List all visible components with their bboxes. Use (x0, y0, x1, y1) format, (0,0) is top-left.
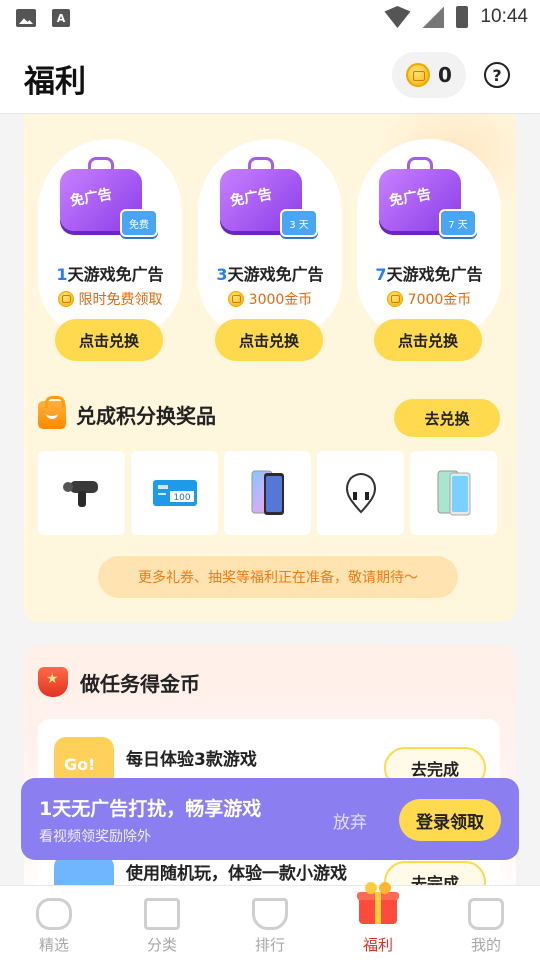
trophy-icon (252, 898, 288, 930)
prize-phone-card[interactable]: 100 (131, 451, 218, 535)
app-header: 福利 0 ? (0, 36, 540, 114)
gamepad-icon (36, 898, 72, 930)
prize-smartphone-green[interactable] (410, 451, 497, 535)
coin-count: 0 (438, 63, 452, 87)
ad-free-panel: 免广告 免费 1天游戏免广告 限时免费领取 点击兑换 免广告 3 天 3天游戏免… (24, 114, 516, 622)
tv-tag: 免费 (120, 209, 158, 237)
gift-icon (357, 882, 399, 924)
redeem-button[interactable]: 点击兑换 (55, 319, 163, 361)
task-name: 每日体验3款游戏 (126, 750, 257, 770)
font-notification-icon: A (52, 9, 70, 27)
massage-gun-icon (62, 481, 98, 507)
calendar-go-text: Go! (64, 755, 96, 774)
shopping-bag-icon (38, 395, 66, 429)
ad-free-card-7day: 免广告 7 天 7天游戏免广告 7000金币 点击兑换 (357, 139, 501, 399)
status-bar: A 10:44 (0, 0, 540, 36)
task-trophy-icon (38, 667, 68, 697)
coming-soon-notice: 更多礼券、抽奖等福利正在准备，敬请期待～ (98, 556, 458, 598)
tv-ad-free-icon: 免广告 3 天 (220, 157, 318, 237)
folder-icon (144, 898, 180, 930)
exchange-button[interactable]: 去兑换 (394, 399, 500, 437)
task-name: 使用随机玩，体验一款小游戏 (126, 864, 347, 884)
coin-icon (386, 291, 403, 307)
dismiss-button[interactable]: 放弃 (333, 808, 367, 833)
nav-label: 精选 (38, 936, 69, 954)
nav-label: 分类 (146, 936, 177, 954)
card-title: 3天游戏免广告 (198, 261, 342, 285)
tv-ad-free-icon: 免广告 免费 (60, 157, 158, 237)
nav-label: 排行 (254, 936, 285, 954)
card-price: 7000金币 (357, 289, 501, 309)
ad-free-card-3day: 免广告 3 天 3天游戏免广告 3000金币 点击兑换 (198, 139, 342, 399)
card-title-text: 天游戏免广告 (227, 265, 324, 284)
card-days: 1 (56, 265, 68, 284)
card-title: 1天游戏免广告 (38, 261, 182, 285)
coin-icon (227, 291, 244, 307)
phone-card-icon: 100 (152, 480, 197, 506)
earphones-icon (345, 473, 376, 514)
smartphone-green-icon (437, 470, 470, 516)
redeem-button[interactable]: 点击兑换 (374, 319, 482, 361)
login-claim-button[interactable]: 登录领取 (399, 799, 501, 841)
tv-tag: 7 天 (439, 209, 477, 237)
page-title: 福利 (24, 64, 86, 100)
nav-welfare[interactable]: 福利 (324, 882, 432, 960)
tv-tag: 3 天 (280, 209, 318, 237)
card-price-text: 7000金币 (407, 292, 472, 308)
nav-featured[interactable]: 精选 (0, 886, 108, 960)
prize-smartphone[interactable] (224, 451, 311, 535)
nav-category[interactable]: 分类 (108, 886, 216, 960)
nav-profile[interactable]: 我的 (432, 886, 540, 960)
coin-icon (406, 63, 431, 87)
status-time: 10:44 (480, 6, 528, 27)
card-title-text: 天游戏免广告 (386, 265, 483, 284)
nav-label: 福利 (362, 936, 393, 954)
card-days: 7 (375, 265, 387, 284)
toast-subtitle: 看视频领奖励除外 (39, 829, 151, 845)
card-price: 限时免费领取 (38, 289, 182, 309)
coin-icon (57, 291, 74, 307)
image-notification-icon (16, 9, 36, 27)
help-button[interactable]: ? (484, 62, 510, 88)
phone-card-value: 100 (173, 493, 190, 503)
coin-balance-button[interactable]: 0 (392, 52, 466, 98)
task-section-title: 做任务得金币 (80, 671, 200, 696)
tv-ad-free-icon: 免广告 7 天 (379, 157, 477, 237)
ad-free-card-1day: 免广告 免费 1天游戏免广告 限时免费领取 点击兑换 (38, 139, 182, 399)
card-days: 3 (216, 265, 228, 284)
prize-section-header: 兑成积分换奖品 (38, 395, 216, 429)
login-promo-toast: 1天无广告打扰，畅享游戏 看视频领奖励除外 放弃 登录领取 (21, 778, 519, 860)
smartphone-icon (251, 470, 284, 515)
prize-section-title: 兑成积分换奖品 (76, 404, 216, 428)
card-price-text: 3000金币 (248, 292, 313, 308)
card-price: 3000金币 (198, 289, 342, 309)
bottom-nav: 精选 分类 排行 福利 我的 (0, 882, 540, 960)
card-title: 7天游戏免广告 (357, 261, 501, 285)
prize-massage-gun[interactable] (38, 451, 125, 535)
toast-title: 1天无广告打扰，畅享游戏 (39, 798, 262, 820)
profile-icon (468, 898, 504, 930)
wifi-icon (384, 6, 411, 28)
prize-list: 100 (38, 451, 497, 535)
prize-earphones[interactable] (317, 451, 404, 535)
no-signal-icon (422, 6, 445, 28)
redeem-button[interactable]: 点击兑换 (215, 319, 323, 361)
nav-label: 我的 (470, 936, 501, 954)
card-price-text: 限时免费领取 (78, 292, 163, 308)
task-section-header: 做任务得金币 (38, 667, 200, 697)
card-title-text: 天游戏免广告 (67, 265, 164, 284)
nav-ranking[interactable]: 排行 (216, 886, 324, 960)
battery-icon (456, 6, 469, 28)
